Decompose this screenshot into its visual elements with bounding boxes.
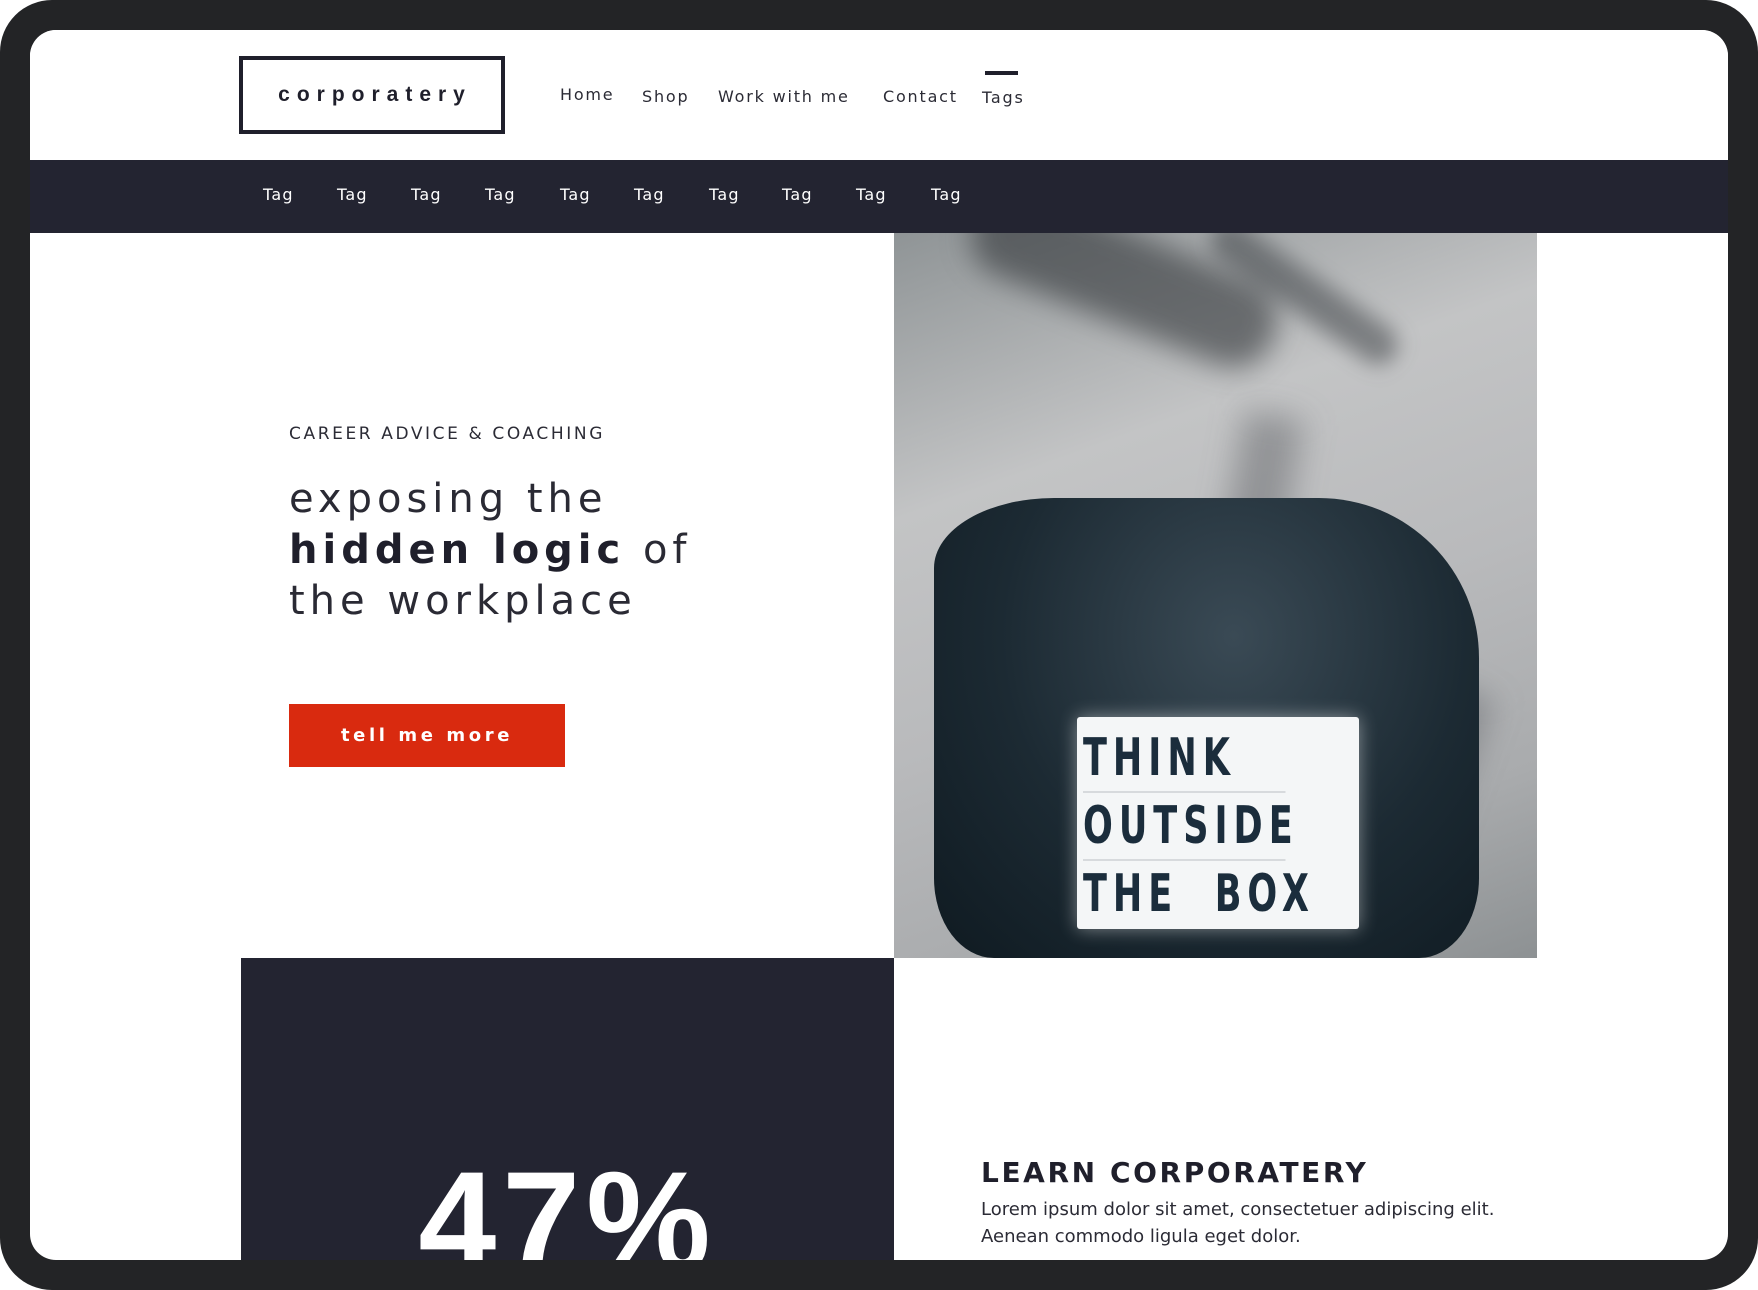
stat-panel: 47%	[241, 958, 894, 1260]
nav-shop[interactable]: Shop	[642, 87, 689, 106]
tag-link[interactable]: Tag	[411, 185, 442, 204]
site-header: corporatery Home Shop Work with me Conta…	[30, 30, 1728, 160]
stat-value: 47%	[418, 1142, 717, 1261]
sign-line: THE BOX	[1083, 864, 1315, 924]
tag-link[interactable]: Tag	[782, 185, 813, 204]
site-logo[interactable]: corporatery	[239, 56, 505, 134]
sign-line: THINK	[1083, 725, 1286, 793]
tag-link[interactable]: Tag	[337, 185, 368, 204]
learn-body-text: Lorem ipsum dolor sit amet, consectetuer…	[981, 1199, 1495, 1247]
nav-work-with-me[interactable]: Work with me	[718, 87, 850, 106]
tag-bar: Tag Tag Tag Tag Tag Tag Tag Tag Tag Tag	[30, 160, 1728, 233]
hero-headline: exposing the hidden logic of the workpla…	[289, 474, 809, 627]
hero-eyebrow: CAREER ADVICE & COACHING	[289, 424, 605, 444]
tag-link[interactable]: Tag	[931, 185, 962, 204]
hero-photo: THINK OUTSIDE THE BOX	[894, 233, 1537, 958]
tag-link[interactable]: Tag	[634, 185, 665, 204]
tag-link[interactable]: Tag	[485, 185, 516, 204]
sign-line: OUTSIDE	[1083, 793, 1293, 861]
tag-link[interactable]: Tag	[709, 185, 740, 204]
learn-heading: LEARN CORPORATERY	[981, 1156, 1368, 1189]
browser-screen: corporatery Home Shop Work with me Conta…	[30, 30, 1728, 1260]
nav-contact[interactable]: Contact	[883, 87, 958, 106]
device-frame: corporatery Home Shop Work with me Conta…	[0, 0, 1758, 1290]
nav-home[interactable]: Home	[560, 85, 614, 104]
tell-me-more-button[interactable]: tell me more	[289, 704, 565, 767]
nav-tags[interactable]: Tags	[982, 88, 1025, 107]
nav-active-indicator	[985, 71, 1018, 75]
tag-link[interactable]: Tag	[560, 185, 591, 204]
headline-line-3: the workplace	[289, 578, 637, 624]
headline-of: of	[625, 527, 692, 573]
tag-link[interactable]: Tag	[263, 185, 294, 204]
headline-bold-phrase: hidden logic	[289, 527, 626, 573]
lightbox-sign: THINK OUTSIDE THE BOX	[1077, 717, 1359, 929]
learn-heading-light: CORPORATERY	[1097, 1156, 1369, 1189]
tag-link[interactable]: Tag	[856, 185, 887, 204]
learn-heading-bold: LEARN	[981, 1156, 1098, 1189]
headline-line-1: exposing the	[289, 476, 608, 522]
